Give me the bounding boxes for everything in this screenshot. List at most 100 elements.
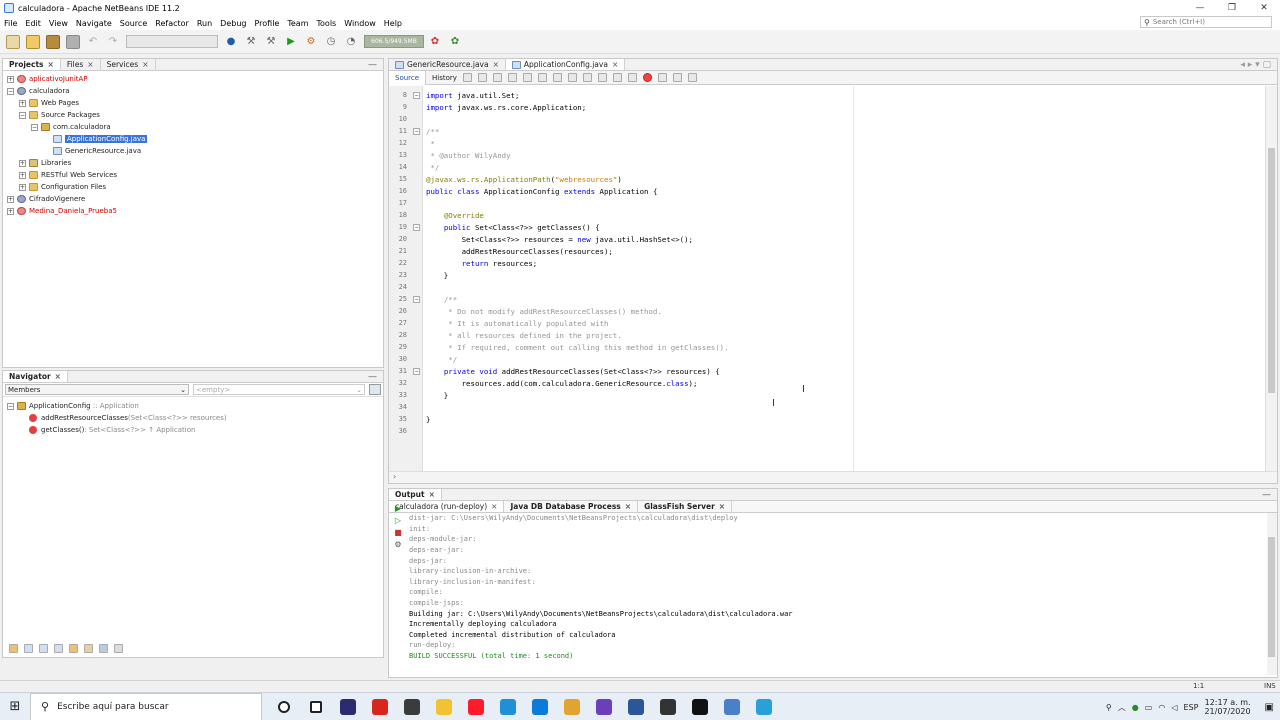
- taskbar-search-input[interactable]: ⚲ Escribe aquí para buscar: [30, 692, 262, 720]
- tab-services[interactable]: Services ×: [101, 59, 156, 70]
- word-icon[interactable]: [620, 693, 652, 720]
- tree-node[interactable]: + Configuration Files: [3, 181, 383, 193]
- find-icon[interactable]: [492, 73, 502, 82]
- stop-icon[interactable]: ■: [393, 528, 403, 537]
- expand-icon[interactable]: +: [19, 99, 26, 107]
- profile-icon[interactable]: ◷: [324, 35, 338, 49]
- shift-left-icon[interactable]: [612, 73, 622, 82]
- expand-icon[interactable]: +: [7, 207, 14, 215]
- code-line[interactable]: 14 */: [389, 161, 1265, 173]
- find-next-icon[interactable]: [522, 73, 532, 82]
- tree-node[interactable]: − calculadora: [3, 85, 383, 97]
- collapse-icon[interactable]: −: [7, 87, 14, 95]
- output-tab[interactable]: calculadora (run-deploy) ×: [389, 501, 505, 512]
- minimize-panel-button[interactable]: —: [1256, 489, 1277, 500]
- tree-node[interactable]: + CifradoVigenere: [3, 193, 383, 205]
- expand-icon[interactable]: +: [7, 75, 14, 83]
- code-line[interactable]: 23 }: [389, 269, 1265, 281]
- app-icon-5[interactable]: [716, 693, 748, 720]
- tree-node[interactable]: + Libraries: [3, 157, 383, 169]
- toggle-bookmark-icon[interactable]: [597, 73, 607, 82]
- history-view-button[interactable]: History: [426, 71, 463, 85]
- code-line[interactable]: 22 return resources;: [389, 257, 1265, 269]
- forward-icon[interactable]: [477, 73, 487, 82]
- rerun-icon[interactable]: ▶: [393, 504, 403, 513]
- menu-edit[interactable]: Edit: [25, 19, 41, 28]
- filter-icon[interactable]: [9, 644, 18, 653]
- scrollbar-thumb[interactable]: [1268, 537, 1275, 657]
- redo-icon[interactable]: ↷: [106, 35, 120, 49]
- tree-node[interactable]: + Web Pages: [3, 97, 383, 109]
- code-line[interactable]: 11−/**: [389, 125, 1265, 137]
- gc-icon-2[interactable]: ✿: [448, 35, 462, 49]
- record-macro-icon[interactable]: [642, 73, 652, 82]
- code-editor[interactable]: 8− import java.util.Set; 9 import javax.ws.…: [389, 86, 1265, 471]
- tree-node[interactable]: ApplicationConfig.java: [3, 133, 383, 145]
- navigator-member[interactable]: getClasses(): Set<Class<?>> ↑ Applicatio…: [7, 424, 383, 436]
- menu-file[interactable]: File: [4, 19, 17, 28]
- find-prev-icon[interactable]: [507, 73, 517, 82]
- close-icon[interactable]: ×: [142, 60, 148, 69]
- settings-icon[interactable]: ⚙: [393, 540, 403, 549]
- chevron-up-icon[interactable]: ︿: [1118, 702, 1126, 713]
- code-line[interactable]: 18 @Override: [389, 209, 1265, 221]
- code-line[interactable]: 35}: [389, 413, 1265, 425]
- output-tab[interactable]: Java DB Database Process ×: [504, 501, 639, 512]
- fold-toggle-icon[interactable]: −: [413, 367, 420, 375]
- minimize-button[interactable]: —: [1184, 0, 1216, 16]
- run-icon[interactable]: ▶: [284, 35, 298, 49]
- close-icon[interactable]: ×: [491, 502, 497, 511]
- cortana-icon[interactable]: [268, 693, 300, 720]
- build-icon[interactable]: ⚒: [244, 35, 258, 49]
- code-line[interactable]: 33 }: [389, 389, 1265, 401]
- menu-source[interactable]: Source: [120, 19, 147, 28]
- code-line[interactable]: 29 * If required, comment out calling th…: [389, 341, 1265, 353]
- debug-icon[interactable]: ⚙: [304, 35, 318, 49]
- code-line[interactable]: 26 * Do not modify addRestResourceClasse…: [389, 305, 1265, 317]
- output-scrollbar[interactable]: [1267, 513, 1277, 675]
- menu-team[interactable]: Team: [287, 19, 308, 28]
- code-line[interactable]: 27 * It is automatically populated with: [389, 317, 1265, 329]
- prev-bookmark-icon[interactable]: [567, 73, 577, 82]
- tree-node[interactable]: − Source Packages: [3, 109, 383, 121]
- open-project-icon[interactable]: [46, 34, 60, 49]
- close-button[interactable]: ✕: [1248, 0, 1280, 16]
- code-line[interactable]: 12 *: [389, 137, 1265, 149]
- menu-navigate[interactable]: Navigate: [76, 19, 112, 28]
- edge-icon[interactable]: [524, 693, 556, 720]
- output-tab[interactable]: GlassFish Server ×: [638, 501, 733, 512]
- horizontal-scrollbar[interactable]: ›: [389, 471, 1277, 483]
- app-icon-3[interactable]: [492, 693, 524, 720]
- configuration-select[interactable]: [126, 35, 218, 48]
- tree-node[interactable]: GenericResource.java: [3, 145, 383, 157]
- close-icon[interactable]: ×: [625, 502, 631, 511]
- filter-icon[interactable]: [69, 644, 78, 653]
- code-line[interactable]: 10: [389, 113, 1265, 125]
- menu-view[interactable]: View: [49, 19, 68, 28]
- explorer-icon[interactable]: [428, 693, 460, 720]
- terminal-icon[interactable]: [684, 693, 716, 720]
- new-project-icon[interactable]: [26, 34, 40, 49]
- filter-icon[interactable]: [24, 644, 33, 653]
- tree-node[interactable]: + RESTful Web Services: [3, 169, 383, 181]
- code-line[interactable]: 16 public class ApplicationConfig extends…: [389, 185, 1265, 197]
- gc-icon[interactable]: ✿: [428, 35, 442, 49]
- close-icon[interactable]: ×: [719, 502, 725, 511]
- code-line[interactable]: 8− import java.util.Set;: [389, 89, 1265, 101]
- language-indicator[interactable]: ESP: [1183, 703, 1198, 712]
- tab-output[interactable]: Output ×: [389, 489, 442, 500]
- close-icon[interactable]: ×: [48, 60, 54, 69]
- notifications-icon[interactable]: ▣: [1265, 702, 1274, 713]
- undo-icon[interactable]: ↶: [86, 35, 100, 49]
- expand-icon[interactable]: +: [19, 159, 26, 167]
- new-file-icon[interactable]: [6, 34, 20, 49]
- history-icon[interactable]: ◔: [344, 35, 358, 49]
- code-line[interactable]: 24: [389, 281, 1265, 293]
- collapse-icon[interactable]: −: [31, 123, 38, 131]
- source-view-button[interactable]: Source: [389, 70, 427, 85]
- filter-icon[interactable]: [54, 644, 63, 653]
- vertical-scrollbar[interactable]: [1265, 86, 1277, 471]
- expand-icon[interactable]: +: [19, 183, 26, 191]
- github-icon[interactable]: [652, 693, 684, 720]
- windows-start-icon[interactable]: ⊞: [0, 693, 30, 720]
